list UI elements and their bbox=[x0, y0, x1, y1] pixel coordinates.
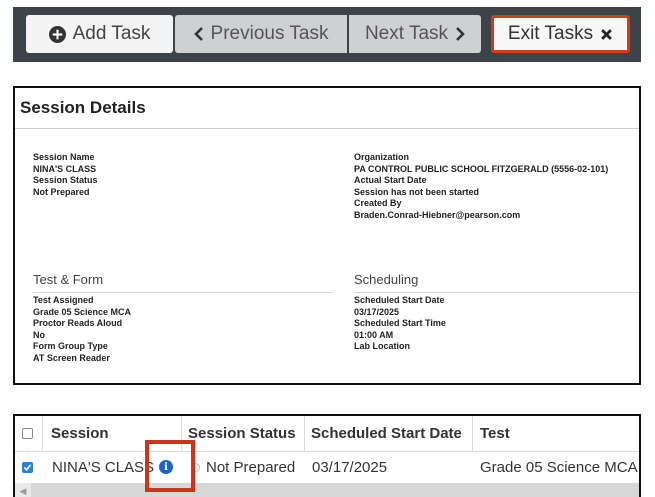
session-name-label: Session Name bbox=[33, 152, 95, 162]
test-assigned-value: Grade 05 Science MCA bbox=[33, 306, 132, 317]
add-task-button[interactable]: Add Task bbox=[26, 15, 173, 53]
scheduled-start-date-value: 03/17/2025 bbox=[354, 306, 400, 317]
row-checkbox[interactable] bbox=[22, 452, 33, 482]
organization-value: PA CONTROL PUBLIC SCHOOL FITZGERALD (555… bbox=[354, 163, 609, 174]
table-row[interactable]: NINA'S CLASS i Not Prepared 03/17/2025 G… bbox=[15, 452, 639, 482]
test-assigned-label: Test Assigned bbox=[33, 295, 94, 305]
created-by-label: Created By bbox=[354, 198, 402, 208]
session-name-link[interactable]: NINA'S CLASS bbox=[52, 459, 154, 476]
test-form-title: Test & Form bbox=[33, 272, 104, 287]
actual-start-value: Session has not been started bbox=[354, 186, 480, 197]
task-toolbar: Add Task Previous Task Next Task Exit Ta… bbox=[13, 7, 641, 62]
form-group-type-value: AT Screen Reader bbox=[33, 352, 110, 363]
session-info-left: Session Name NINA'S CLASS Session Status… bbox=[33, 152, 98, 198]
test-cell: Grade 05 Science MCA bbox=[480, 458, 638, 476]
exit-tasks-label: Exit Tasks bbox=[507, 23, 594, 44]
horizontal-scrollbar[interactable]: ◀ bbox=[15, 483, 639, 497]
scheduling-title: Scheduling bbox=[354, 272, 419, 287]
chevron-right-icon bbox=[455, 27, 465, 41]
scroll-left-arrow-icon[interactable]: ◀ bbox=[15, 483, 31, 497]
actual-start-label: Actual Start Date bbox=[354, 175, 427, 185]
scheduling-info: Scheduled Start Date 03/17/2025 Schedule… bbox=[354, 295, 446, 353]
test-form-divider bbox=[33, 292, 333, 293]
chevron-left-icon bbox=[193, 27, 204, 41]
next-task-label: Next Task bbox=[364, 23, 449, 44]
select-all-checkbox[interactable] bbox=[22, 416, 33, 451]
session-status-value: Not Prepared bbox=[33, 186, 90, 197]
next-task-button[interactable]: Next Task bbox=[349, 15, 481, 53]
scheduled-start-date-label: Scheduled Start Date bbox=[354, 295, 445, 305]
column-header-test[interactable]: Test bbox=[480, 416, 510, 451]
session-status-cell: Not Prepared bbox=[191, 452, 295, 482]
proctor-reads-aloud-label: Proctor Reads Aloud bbox=[33, 318, 123, 328]
previous-task-label: Previous Task bbox=[210, 23, 329, 44]
scheduling-divider bbox=[354, 292, 639, 293]
lab-location-label: Lab Location bbox=[354, 341, 410, 351]
add-task-label: Add Task bbox=[72, 23, 151, 44]
session-table: Session Session Status Scheduled Start D… bbox=[13, 414, 641, 497]
scheduled-start-time-value: 01:00 AM bbox=[354, 329, 394, 340]
column-divider bbox=[472, 416, 473, 451]
checkbox-box bbox=[22, 428, 33, 439]
session-details-panel: Session Details Session Name NINA'S CLAS… bbox=[13, 86, 641, 385]
column-header-session-status[interactable]: Session Status bbox=[188, 416, 296, 451]
previous-task-button[interactable]: Previous Task bbox=[175, 15, 347, 53]
table-header: Session Session Status Scheduled Start D… bbox=[15, 416, 639, 452]
column-divider bbox=[42, 416, 43, 451]
column-header-scheduled-start-date[interactable]: Scheduled Start Date bbox=[311, 416, 462, 451]
column-divider bbox=[304, 416, 305, 451]
start-date-cell: 03/17/2025 bbox=[312, 458, 388, 476]
organization-label: Organization bbox=[354, 152, 410, 162]
session-info-right: Organization PA CONTROL PUBLIC SCHOOL FI… bbox=[354, 152, 608, 221]
session-status-value: Not Prepared bbox=[206, 458, 296, 476]
session-status-label: Session Status bbox=[33, 175, 98, 185]
highlight-box bbox=[145, 440, 195, 492]
plus-circle-icon bbox=[48, 25, 66, 43]
checkbox-checked-icon bbox=[22, 461, 33, 473]
close-icon bbox=[600, 28, 613, 41]
exit-tasks-button[interactable]: Exit Tasks bbox=[491, 15, 630, 53]
created-by-value: Braden.Conrad-Hiebner@pearson.com bbox=[354, 209, 521, 220]
test-form-info: Test Assigned Grade 05 Science MCA Proct… bbox=[33, 295, 131, 364]
form-group-type-label: Form Group Type bbox=[33, 341, 108, 351]
column-header-session[interactable]: Session bbox=[51, 416, 109, 451]
session-name-value: NINA'S CLASS bbox=[33, 163, 97, 174]
session-details-title: Session Details bbox=[15, 88, 639, 129]
proctor-reads-aloud-value: No bbox=[33, 329, 45, 340]
scheduled-start-time-label: Scheduled Start Time bbox=[354, 318, 446, 328]
